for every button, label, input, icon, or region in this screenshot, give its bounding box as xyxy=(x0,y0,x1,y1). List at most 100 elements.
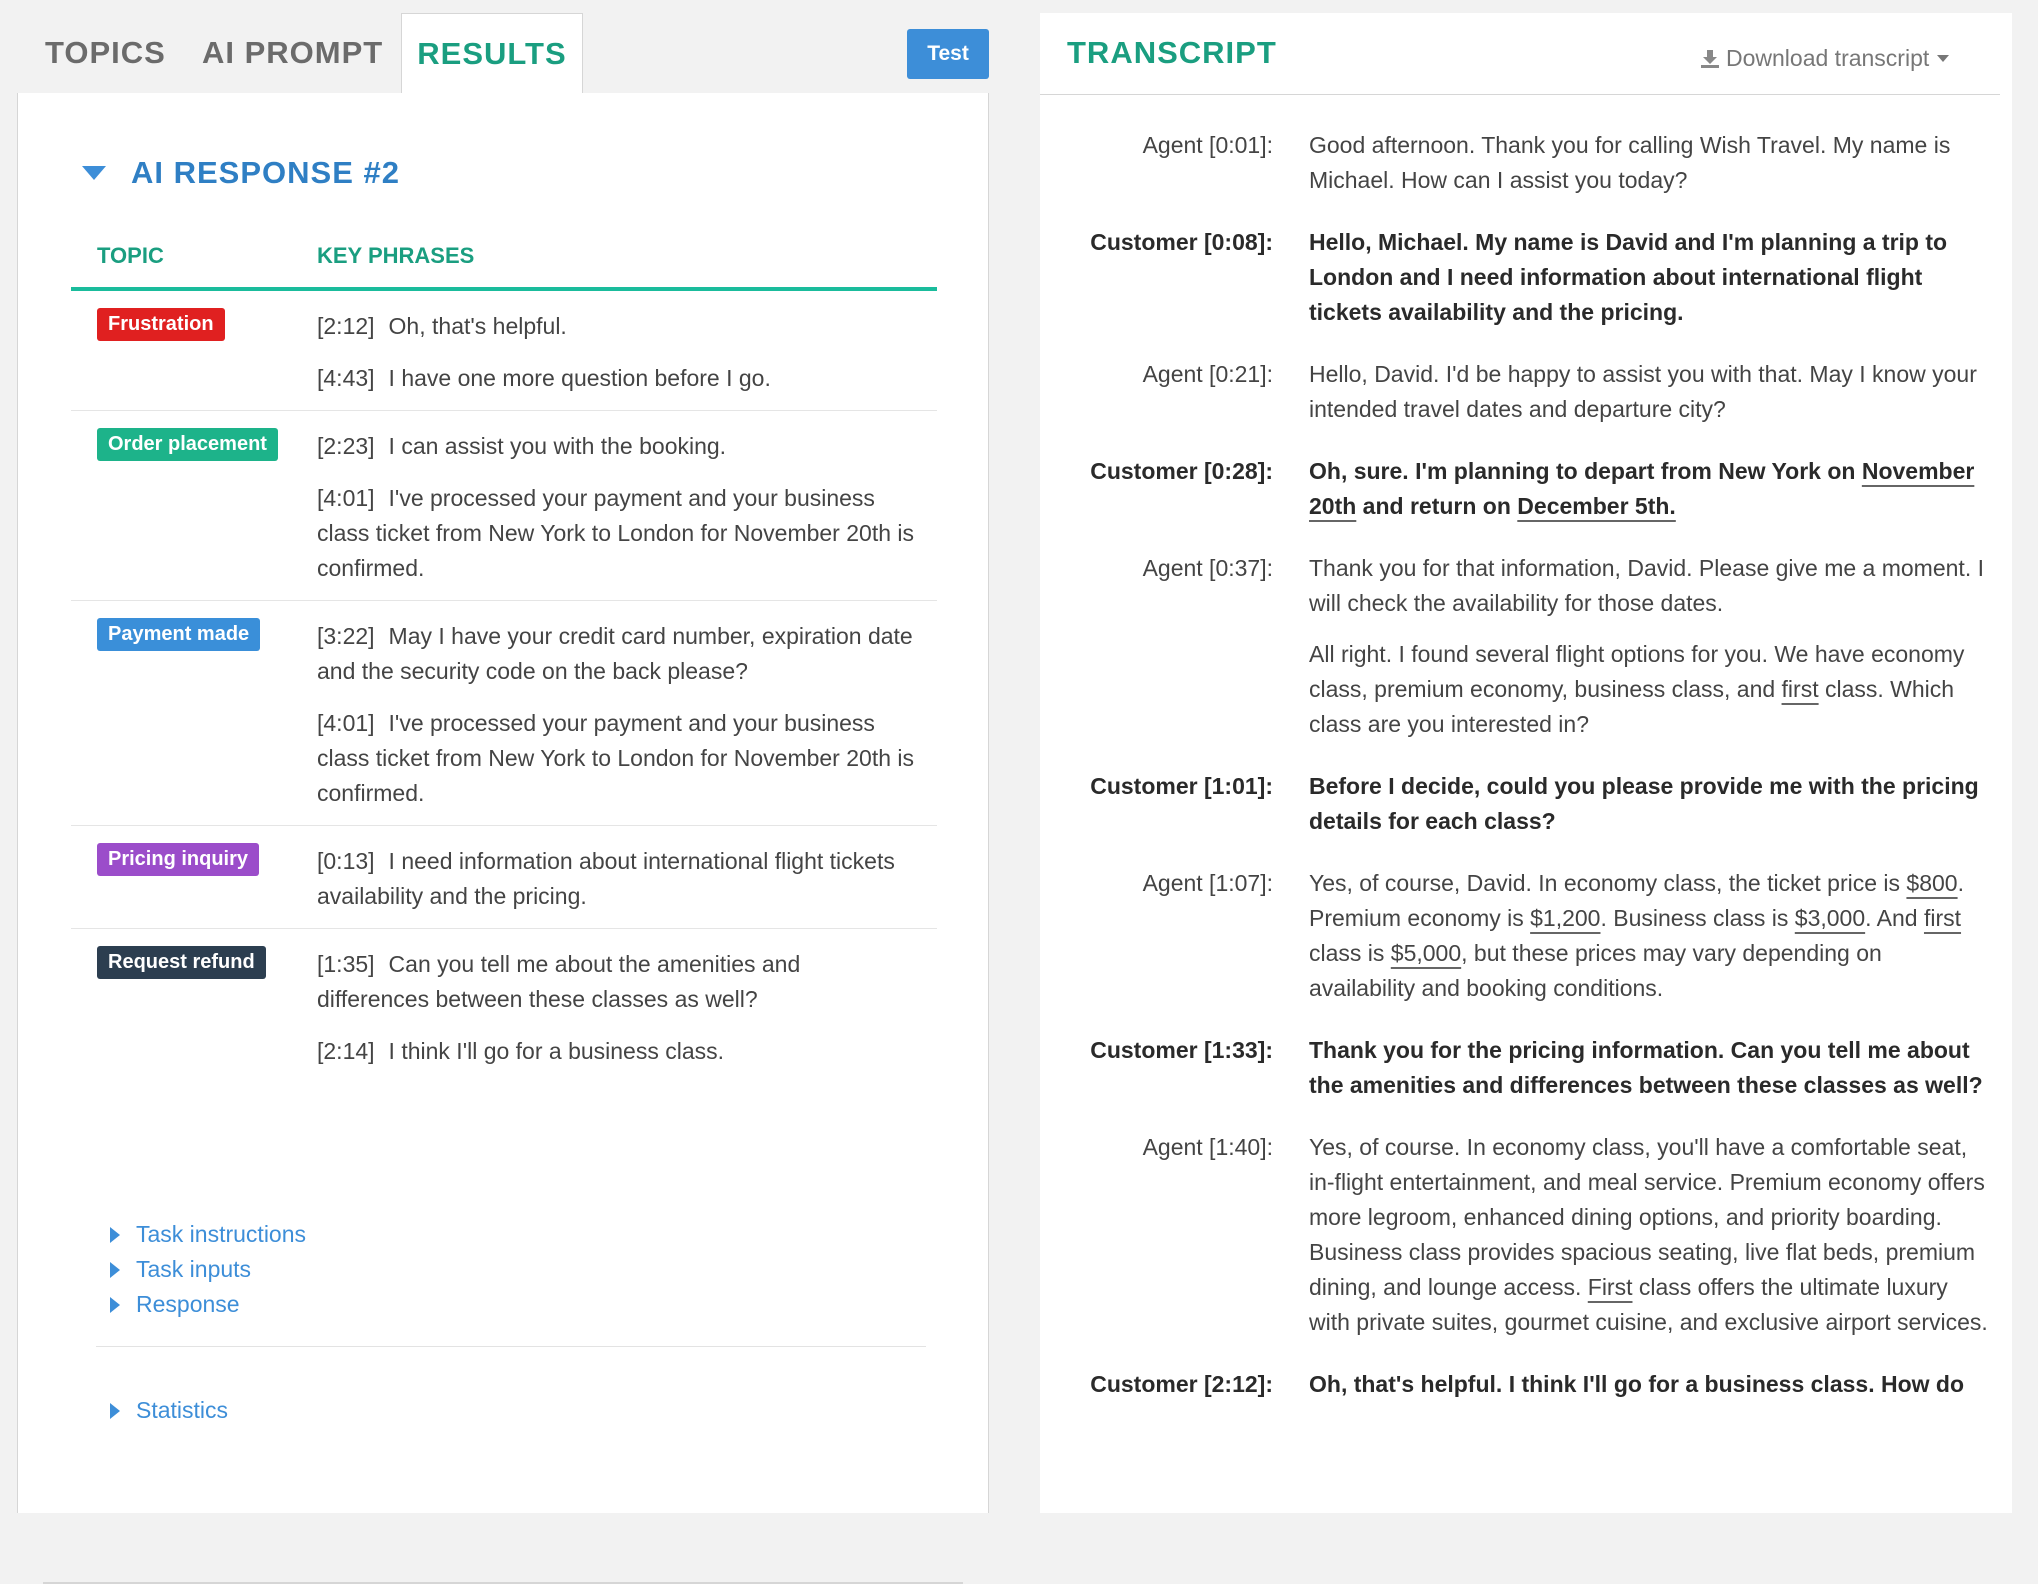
key-phrase[interactable]: [2:12] Oh, that's helpful. xyxy=(317,309,917,344)
utterance-paragraph: Before I decide, could you please provid… xyxy=(1309,769,1989,839)
section-divider xyxy=(96,1346,926,1347)
utterance-paragraph: Yes, of course. In economy class, you'll… xyxy=(1309,1130,1989,1340)
topic-badge[interactable]: Frustration xyxy=(97,308,225,341)
phrase-text: I have one more question before I go. xyxy=(388,365,771,391)
statistics-link[interactable]: Statistics xyxy=(136,1397,228,1424)
highlighted-entity: December 5th. xyxy=(1517,493,1676,519)
key-phrase[interactable]: [4:01] I've processed your payment and yo… xyxy=(317,706,917,811)
link-task-instructions[interactable]: Task instructions xyxy=(110,1217,306,1252)
tab-results[interactable]: RESULTS xyxy=(401,13,583,95)
topic-badge[interactable]: Request refund xyxy=(97,946,266,979)
topic-badge[interactable]: Order placement xyxy=(97,428,278,461)
highlighted-entity: $800 xyxy=(1906,870,1958,896)
topic-row: Order placement [2:23] I can assist you wi… xyxy=(71,411,937,601)
header-key-phrases: KEY PHRASES xyxy=(317,243,475,268)
link-response[interactable]: Response xyxy=(110,1287,306,1322)
key-phrase[interactable]: [0:13] I need information about internati… xyxy=(317,844,917,914)
topic-row: Pricing inquiry [0:13] I need information … xyxy=(71,826,937,929)
transcript-entry: Customer [1:33]: Thank you for the pricin… xyxy=(1040,1033,2012,1103)
phrase-timestamp: [2:12] xyxy=(317,313,375,339)
link-label[interactable]: Response xyxy=(136,1291,240,1318)
topic-row: Frustration [2:12] Oh, that's helpful. [4:4… xyxy=(71,291,937,411)
utterance-paragraph: Hello, Michael. My name is David and I'm… xyxy=(1309,225,1989,330)
speaker-label: Agent [0:01]: xyxy=(1142,132,1273,158)
text-segment: Hello, David. I'd be happy to assist you… xyxy=(1309,361,1977,422)
link-label[interactable]: Task inputs xyxy=(136,1256,251,1283)
caret-right-icon xyxy=(110,1261,120,1278)
utterance: Oh, that's helpful. I think I'll go for … xyxy=(1309,1367,1989,1402)
text-segment: . And xyxy=(1865,905,1924,931)
topic-row: Payment made [3:22] May I have your credit… xyxy=(71,601,937,826)
text-segment: Thank you for that information, David. P… xyxy=(1309,555,1984,616)
transcript-entry: Customer [1:01]: Before I decide, could y… xyxy=(1040,769,2012,839)
highlighted-entity: $1,200 xyxy=(1530,905,1601,931)
statistics-toggle[interactable]: Statistics xyxy=(110,1393,228,1428)
utterance: Hello, Michael. My name is David and I'm… xyxy=(1309,225,1989,330)
utterance: Yes, of course. In economy class, you'll… xyxy=(1309,1130,1989,1340)
highlighted-entity: $3,000 xyxy=(1794,905,1866,931)
header-topic: TOPIC xyxy=(97,243,164,268)
download-transcript-button[interactable]: Download transcript xyxy=(1700,45,1950,72)
transcript-entry: Customer [0:08]: Hello, Michael. My name … xyxy=(1040,225,2012,330)
utterance-paragraph: Thank you for that information, David. P… xyxy=(1309,551,1989,621)
link-label[interactable]: Task instructions xyxy=(136,1221,306,1248)
key-phrase[interactable]: [2:14] I think I'll go for a business cla… xyxy=(317,1034,917,1069)
key-phrase[interactable]: [4:43] I have one more question before I … xyxy=(317,361,917,396)
phrase-timestamp: [3:22] xyxy=(317,623,375,649)
topics-table-body: Frustration [2:12] Oh, that's helpful. [4:4… xyxy=(71,291,937,1083)
transcript-entry: Agent [0:01]: Good afternoon. Thank you f… xyxy=(1040,128,2012,198)
ai-response-toggle[interactable]: AI RESPONSE #2 xyxy=(82,155,400,191)
phrase-timestamp: [4:43] xyxy=(317,365,375,391)
phrase-text: Oh, that's helpful. xyxy=(388,313,567,339)
test-button[interactable]: Test xyxy=(907,29,989,79)
transcript-title: TRANSCRIPT xyxy=(1067,35,1277,70)
caret-down-icon xyxy=(82,166,106,180)
key-phrase[interactable]: [2:23] I can assist you with the booking. xyxy=(317,429,917,464)
speaker-label: Agent [1:40]: xyxy=(1142,1134,1273,1160)
phrase-text: May I have your credit card number, expi… xyxy=(317,623,913,684)
utterance: Oh, sure. I'm planning to depart from Ne… xyxy=(1309,454,1989,524)
key-phrase[interactable]: [1:35] Can you tell me about the amenitie… xyxy=(317,947,917,1017)
utterance: Before I decide, could you please provid… xyxy=(1309,769,1989,839)
phrase-text: I can assist you with the booking. xyxy=(388,433,727,459)
phrase-text: I think I'll go for a business class. xyxy=(388,1038,725,1064)
speaker-label: Agent [1:07]: xyxy=(1142,870,1273,896)
transcript-entry: Agent [0:37]: Thank you for that informat… xyxy=(1040,551,2012,742)
text-segment: and return on xyxy=(1356,493,1518,519)
caret-right-icon xyxy=(110,1226,120,1243)
utterance-paragraph: All right. I found several flight option… xyxy=(1309,637,1989,742)
chevron-down-icon xyxy=(1937,55,1950,62)
transcript-entry: Agent [1:40]: Yes, of course. In economy … xyxy=(1040,1130,2012,1340)
speaker-label: Customer [0:28]: xyxy=(1090,458,1273,484)
topic-badge[interactable]: Payment made xyxy=(97,618,261,651)
text-segment: Hello, Michael. My name is David and I'm… xyxy=(1309,229,1948,325)
utterance-paragraph: Hello, David. I'd be happy to assist you… xyxy=(1309,357,1989,427)
utterance-paragraph: Thank you for the pricing information. C… xyxy=(1309,1033,1989,1103)
speaker-label: Agent [0:37]: xyxy=(1142,555,1273,581)
key-phrases: [2:12] Oh, that's helpful. [4:43] I have on… xyxy=(317,309,917,396)
speaker-label: Customer [2:12]: xyxy=(1090,1371,1273,1397)
utterance: Thank you for that information, David. P… xyxy=(1309,551,1989,742)
utterance-paragraph: Oh, sure. I'm planning to depart from Ne… xyxy=(1309,454,1989,524)
transcript-pane: TRANSCRIPT Download transcript Agent [0:… xyxy=(1040,13,2012,1513)
speaker-label: Customer [1:01]: xyxy=(1090,773,1273,799)
tab-ai-prompt[interactable]: AI PROMPT xyxy=(202,13,383,93)
phrase-text: I need information about international f… xyxy=(317,848,895,909)
text-segment: Yes, of course, David. In economy class,… xyxy=(1309,870,1907,896)
link-task-inputs[interactable]: Task inputs xyxy=(110,1252,306,1287)
text-segment: Good afternoon. Thank you for calling Wi… xyxy=(1309,132,1951,193)
utterance: Thank you for the pricing information. C… xyxy=(1309,1033,1989,1103)
ai-response-title: AI RESPONSE #2 xyxy=(131,155,400,190)
key-phrase[interactable]: [4:01] I've processed your payment and yo… xyxy=(317,481,917,586)
speaker-label: Customer [0:08]: xyxy=(1090,229,1273,255)
highlighted-entity: first xyxy=(1923,905,1962,931)
phrase-text: I've processed your payment and your bus… xyxy=(317,710,915,806)
key-phrases: [0:13] I need information about internati… xyxy=(317,844,917,914)
key-phrase[interactable]: [3:22] May I have your credit card number… xyxy=(317,619,917,689)
topic-badge[interactable]: Pricing inquiry xyxy=(97,843,260,876)
tab-topics[interactable]: TOPICS xyxy=(45,13,166,93)
download-icon xyxy=(1701,49,1719,68)
utterance: Good afternoon. Thank you for calling Wi… xyxy=(1309,128,1989,198)
phrase-timestamp: [2:23] xyxy=(317,433,375,459)
speaker-label: Customer [1:33]: xyxy=(1090,1037,1273,1063)
